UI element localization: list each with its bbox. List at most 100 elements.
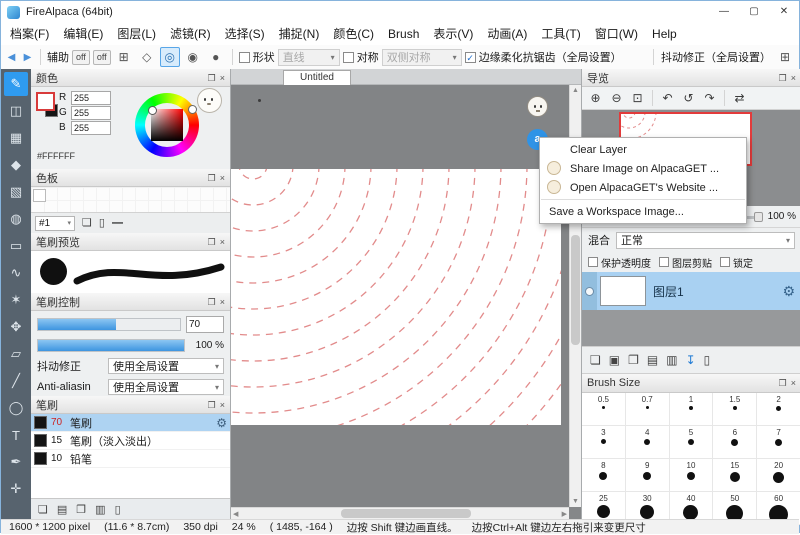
snap-radial-icon[interactable]: ◉	[183, 47, 203, 67]
rotate-right-icon[interactable]: ↷	[700, 89, 719, 107]
layer-row[interactable]: 图层1 ⚙	[582, 272, 800, 310]
palette-swatch-grid[interactable]	[31, 187, 230, 213]
menu-item-select[interactable]: 选择(S)	[218, 23, 272, 45]
menu-item-snap[interactable]: 捕捉(N)	[272, 23, 327, 45]
brush-size-option[interactable]: 3	[582, 426, 626, 459]
snap-off-button-1[interactable]: off	[72, 50, 90, 65]
brush-size-value[interactable]: 70	[186, 316, 224, 333]
float-panel-icon[interactable]: ❐	[208, 296, 216, 308]
brush-merge-icon[interactable]: ▥	[95, 503, 105, 516]
horizontal-scroll-thumb[interactable]	[341, 509, 471, 518]
red-input[interactable]: 255	[71, 91, 111, 105]
add-layer-alt-icon[interactable]: ▣	[609, 353, 620, 367]
gear-icon[interactable]: ⚙	[782, 283, 795, 300]
layer-visibility-cell[interactable]	[582, 272, 597, 310]
brush-size-option[interactable]: 6	[713, 426, 757, 459]
blue-input[interactable]: 255	[71, 121, 111, 135]
close-button[interactable]: ✕	[769, 1, 799, 23]
zoom-in-icon[interactable]: ⊕	[586, 89, 605, 107]
menu-item-edit[interactable]: 编辑(E)	[56, 23, 110, 45]
scroll-up-icon[interactable]: ▲	[572, 85, 579, 96]
zoom-fit-icon[interactable]: ⊡	[628, 89, 647, 107]
float-panel-icon[interactable]: ❐	[208, 399, 216, 411]
float-panel-icon[interactable]: ❐	[779, 377, 787, 389]
brush-size-option[interactable]: 0.5	[582, 393, 626, 426]
menu-item-animation[interactable]: 动画(A)	[480, 23, 534, 45]
brush-size-option[interactable]: 1.5	[713, 393, 757, 426]
float-panel-icon[interactable]: ❐	[208, 172, 216, 184]
blend-mode-dropdown[interactable]: 正常 ▾	[616, 232, 795, 249]
tool-gradient[interactable]: ▧	[4, 180, 28, 204]
snap-perspective-icon[interactable]: ◇	[137, 47, 157, 67]
copy-layer-icon[interactable]: ❐	[628, 353, 639, 367]
saturation-value-box[interactable]	[151, 109, 183, 141]
collapse-right-panel-icon[interactable]: ▶	[21, 52, 34, 63]
zoom-out-icon[interactable]: ⊖	[607, 89, 626, 107]
stabilizer-dropdown[interactable]: 使用全局设置 ▾	[108, 358, 224, 374]
shape-type-dropdown[interactable]: 直线 ▾	[278, 49, 340, 66]
tool-select-rect[interactable]: ▭	[4, 234, 28, 258]
brush-list-item[interactable]: 15 笔刷（淡入淡出）	[31, 432, 230, 450]
menu-item-filter[interactable]: 滤镜(R)	[163, 23, 218, 45]
opacity-handle[interactable]	[754, 212, 763, 222]
scroll-down-icon[interactable]: ▼	[572, 496, 579, 507]
menu-item-file[interactable]: 档案(F)	[3, 23, 56, 45]
brush-size-option[interactable]: 9	[626, 459, 670, 492]
brush-list-item[interactable]: 10 铅笔	[31, 450, 230, 468]
palette-swatch[interactable]	[33, 189, 46, 202]
menu-item-brush[interactable]: Brush	[381, 23, 426, 45]
tool-lasso[interactable]: ∿	[4, 261, 28, 285]
copy-brush-icon[interactable]: ❐	[76, 503, 86, 516]
antialias-checkbox[interactable]: ✓ 边缘柔化抗锯齿（全局设置）	[465, 49, 622, 65]
foreground-color-swatch[interactable]	[36, 92, 55, 111]
tool-dot-pen[interactable]: ▦	[4, 126, 28, 150]
palette-set-dropdown[interactable]: #1 ▾	[35, 216, 75, 231]
alpaca-avatar-button[interactable]	[527, 96, 548, 117]
tool-blur[interactable]: ◍	[4, 207, 28, 231]
tool-pen[interactable]: ✒	[4, 450, 28, 474]
flip-icon[interactable]: ⇄	[730, 89, 749, 107]
snap-grid-icon[interactable]: ⊞	[114, 47, 134, 67]
brush-size-option[interactable]: 5	[670, 426, 714, 459]
close-panel-icon[interactable]: ×	[220, 399, 225, 411]
symmetry-type-dropdown[interactable]: 双侧对称 ▾	[382, 49, 462, 66]
tool-bucket[interactable]: ◆	[4, 153, 28, 177]
trash-icon[interactable]: ▯	[115, 503, 121, 516]
layer-folder-icon[interactable]: ▤	[647, 353, 658, 367]
add-layer-icon[interactable]: ❏	[590, 353, 601, 367]
symmetry-checkbox[interactable]: 对称	[343, 49, 379, 65]
context-menu-item-clear-layer[interactable]: Clear Layer	[540, 140, 746, 159]
brush-size-option[interactable]: 10	[670, 459, 714, 492]
brush-opacity-slider[interactable]	[37, 339, 185, 352]
tool-move[interactable]: ✥	[4, 315, 28, 339]
brush-size-option[interactable]: 2	[757, 393, 800, 426]
close-panel-icon[interactable]: ×	[220, 236, 225, 248]
tool-line[interactable]: ╱	[4, 369, 28, 393]
close-panel-icon[interactable]: ×	[791, 377, 796, 389]
add-color-icon[interactable]: ❏	[82, 215, 92, 231]
canvas[interactable]	[231, 169, 561, 425]
maximize-button[interactable]: ▢	[739, 1, 769, 23]
menu-item-layer[interactable]: 图层(L)	[110, 23, 163, 45]
add-brush-icon[interactable]: ❏	[38, 503, 48, 516]
shape-checkbox[interactable]: 形状	[239, 49, 275, 65]
menu-item-help[interactable]: Help	[645, 23, 684, 45]
lock-checkbox[interactable]: 锁定	[720, 255, 753, 270]
menu-item-view[interactable]: 表示(V)	[426, 23, 480, 45]
brush-size-option[interactable]: 0.7	[626, 393, 670, 426]
transfer-layer-icon[interactable]: ↧	[686, 353, 696, 367]
brush-folder-icon[interactable]: ▤	[57, 503, 67, 516]
context-menu-item-share-image[interactable]: Share Image on AlpacaGET ...	[540, 159, 746, 178]
float-panel-icon[interactable]: ❐	[208, 236, 216, 248]
tool-text[interactable]: T	[4, 423, 28, 447]
brush-size-option[interactable]: 15	[713, 459, 757, 492]
close-panel-icon[interactable]: ×	[220, 172, 225, 184]
green-input[interactable]: 255	[71, 106, 111, 120]
brush-list-item[interactable]: 70 笔刷 ⚙	[31, 414, 230, 432]
context-menu-item-open-website[interactable]: Open AlpacaGET's Website ...	[540, 178, 746, 197]
merge-layer-icon[interactable]: ▥	[666, 353, 677, 367]
clipping-checkbox[interactable]: 图层剪贴	[659, 255, 712, 270]
context-menu-item-save-workspace-image[interactable]: Save a Workspace Image...	[540, 202, 746, 221]
rotate-reset-icon[interactable]: ↺	[679, 89, 698, 107]
vertical-scroll-thumb[interactable]	[571, 235, 580, 345]
